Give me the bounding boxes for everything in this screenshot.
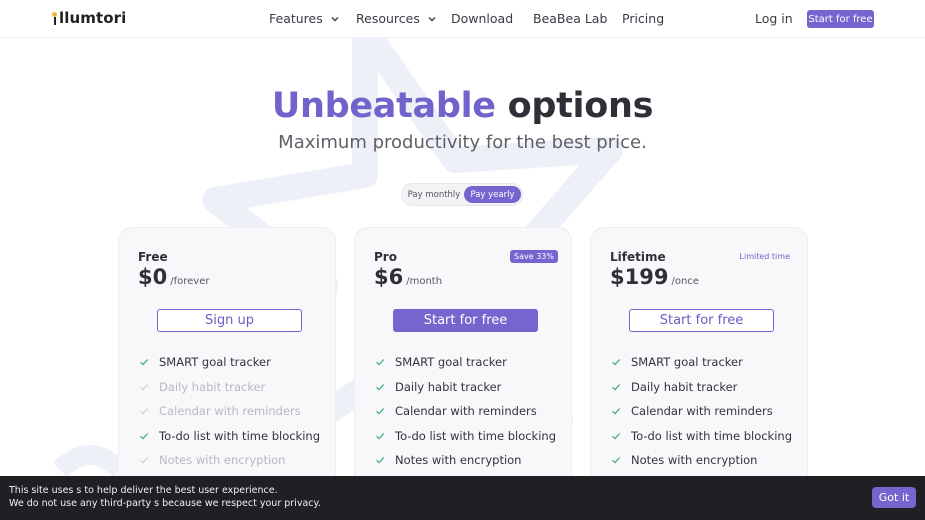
- check-icon: [376, 432, 385, 440]
- price-period: /once: [671, 276, 699, 287]
- check-icon: [612, 408, 621, 415]
- nav-item-label: Pricing: [622, 11, 665, 26]
- price-amount: $0: [138, 265, 168, 289]
- chevron-down-icon: [428, 16, 436, 21]
- feature-label: To-do list with time blocking: [631, 428, 792, 443]
- plan-name: Free: [138, 250, 168, 264]
- check-icon: [612, 432, 621, 440]
- cookie-consent-bar: This site uses s to help deliver the bes…: [0, 476, 925, 520]
- feature-label: Notes with encryption: [395, 453, 522, 468]
- nav-item-features[interactable]: Features: [269, 11, 341, 26]
- nav-item-download[interactable]: Download: [451, 11, 513, 26]
- check-icon: [140, 457, 149, 464]
- nav-item-label: Download: [451, 11, 514, 26]
- feature-label: Calendar with reminders: [159, 404, 301, 419]
- feature-list: SMART goal tracker Daily habit tracker C…: [611, 350, 792, 473]
- nav-item-label: Features: [269, 11, 323, 26]
- plan-name: Pro: [374, 250, 397, 264]
- check-icon: [612, 383, 621, 391]
- nav-item-label: BeaBea Lab: [533, 11, 608, 26]
- logo[interactable]: llumtori: [52, 9, 126, 27]
- feature-item: Daily habit tracker: [611, 375, 792, 400]
- feature-label: Calendar with reminders: [631, 404, 773, 419]
- top-navigation-bar: llumtori Features Resources Download Bea…: [0, 0, 925, 38]
- feature-item: To-do list with time blocking: [375, 424, 556, 449]
- feature-item: SMART goal tracker: [139, 350, 320, 375]
- price-period: /forever: [170, 276, 210, 287]
- feature-item: Calendar with reminders: [375, 399, 556, 424]
- feature-label: SMART goal tracker: [395, 355, 507, 370]
- nav-item-beabea-lab[interactable]: BeaBea Lab: [533, 11, 607, 26]
- page-subtitle: Maximum productivity for the best price.: [278, 132, 647, 153]
- check-icon: [376, 383, 385, 391]
- start-for-free-lifetime-button[interactable]: Start for free: [629, 309, 774, 332]
- price-amount: $6: [374, 265, 404, 289]
- feature-label: Calendar with reminders: [395, 404, 537, 419]
- pay-monthly-option[interactable]: Pay monthly: [405, 186, 463, 203]
- check-icon: [140, 359, 149, 366]
- feature-item: SMART goal tracker: [375, 350, 556, 375]
- pay-yearly-option[interactable]: Pay yearly: [464, 186, 521, 203]
- feature-label: SMART goal tracker: [159, 355, 271, 370]
- nav-item-label: Resources: [356, 11, 420, 26]
- nav-item-resources[interactable]: Resources: [356, 11, 438, 26]
- feature-label: To-do list with time blocking: [159, 428, 320, 443]
- check-icon: [140, 408, 149, 415]
- plan-price: $0 /forever: [138, 265, 209, 289]
- title-accent: Unbeatable: [271, 86, 496, 126]
- feature-item: SMART goal tracker: [611, 350, 792, 375]
- start-for-free-nav-button[interactable]: Start for free: [807, 10, 874, 28]
- got-it-button[interactable]: Got it: [872, 487, 916, 508]
- feature-list: SMART goal tracker Daily habit tracker C…: [139, 350, 320, 473]
- check-icon: [140, 432, 149, 440]
- page-title: Unbeatable options: [0, 86, 925, 126]
- feature-label: Daily habit tracker: [631, 379, 738, 394]
- feature-item: Daily habit tracker: [139, 375, 320, 400]
- price-amount: $199: [610, 265, 669, 289]
- feature-label: Daily habit tracker: [395, 379, 502, 394]
- feature-label: Notes with encryption: [159, 453, 286, 468]
- start-for-free-pro-button[interactable]: Start for free: [393, 309, 538, 332]
- sign-up-button[interactable]: Sign up: [157, 309, 302, 332]
- cookie-message-line-2: We do not use any third-party s because …: [9, 498, 321, 509]
- check-icon: [612, 359, 621, 366]
- feature-label: SMART goal tracker: [631, 355, 743, 370]
- check-icon: [376, 408, 385, 415]
- feature-item: Notes with encryption: [611, 448, 792, 473]
- feature-label: Notes with encryption: [631, 453, 758, 468]
- nav-item-pricing[interactable]: Pricing: [622, 11, 664, 26]
- feature-label: To-do list with time blocking: [395, 428, 556, 443]
- check-icon: [140, 383, 149, 391]
- plan-price: $199 /once: [610, 265, 699, 289]
- feature-item: Notes with encryption: [139, 448, 320, 473]
- lightbulb-logo-icon: [52, 11, 57, 25]
- chevron-down-icon: [331, 16, 339, 21]
- feature-item: To-do list with time blocking: [611, 424, 792, 449]
- feature-item: Calendar with reminders: [139, 399, 320, 424]
- billing-period-toggle: Pay monthly Pay yearly: [401, 183, 523, 206]
- plan-name: Lifetime: [610, 250, 666, 264]
- save-badge: Save 33%: [510, 250, 558, 263]
- cookie-message-line-1: This site uses s to help deliver the bes…: [9, 485, 278, 496]
- check-icon: [376, 457, 385, 464]
- feature-item: Notes with encryption: [375, 448, 556, 473]
- plan-price: $6 /month: [374, 265, 442, 289]
- feature-item: Calendar with reminders: [611, 399, 792, 424]
- price-period: /month: [406, 276, 443, 287]
- feature-list: SMART goal tracker Daily habit tracker C…: [375, 350, 556, 473]
- check-icon: [612, 457, 621, 464]
- limited-time-badge: Limited time: [739, 252, 790, 261]
- login-link[interactable]: Log in: [755, 11, 793, 26]
- feature-label: Daily habit tracker: [159, 379, 266, 394]
- title-rest: options: [507, 86, 654, 126]
- logo-text: llumtori: [59, 9, 127, 27]
- feature-item: To-do list with time blocking: [139, 424, 320, 449]
- check-icon: [376, 359, 385, 366]
- feature-item: Daily habit tracker: [375, 375, 556, 400]
